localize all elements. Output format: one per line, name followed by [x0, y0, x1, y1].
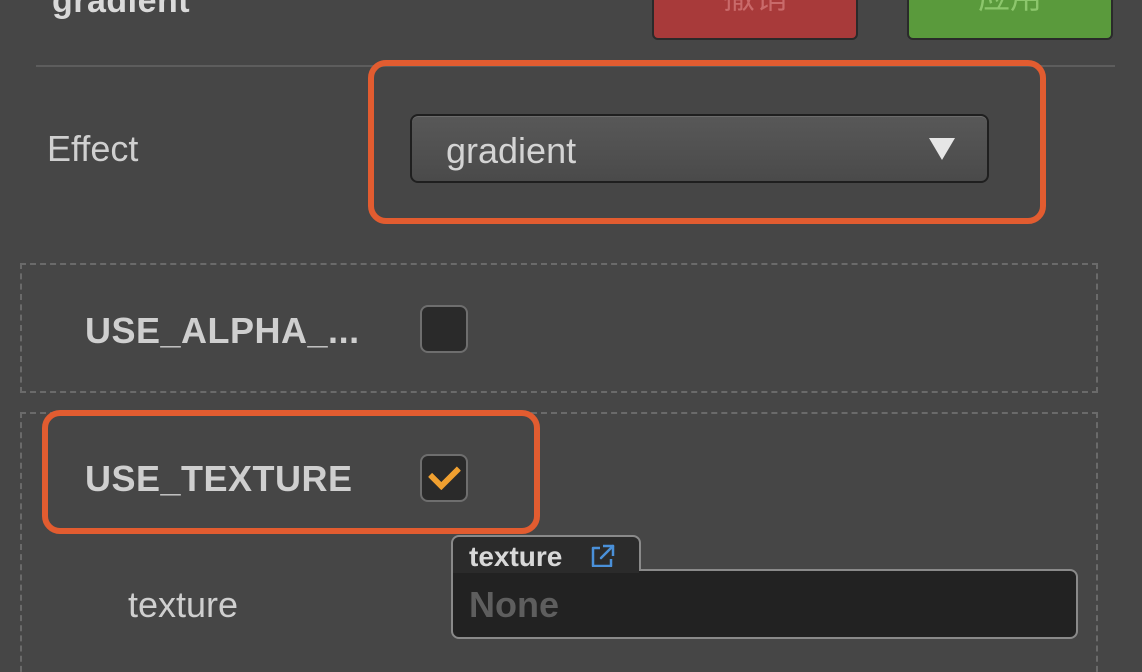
texture-property-label: texture — [128, 584, 239, 625]
effect-label: Effect — [47, 128, 139, 169]
material-title: gradient — [52, 0, 191, 20]
effect-highlight-frame — [368, 60, 1046, 224]
apply-button[interactable]: 应用 — [907, 0, 1113, 40]
texture-highlight-frame — [42, 410, 540, 534]
texture-asset-field[interactable]: None — [451, 569, 1078, 639]
use-alpha-checkbox[interactable] — [420, 305, 468, 353]
use-alpha-label: USE_ALPHA_... — [85, 310, 360, 351]
inspector-panel: gradient 撤销 应用 Effect gradient USE_ALPHA… — [0, 0, 1142, 672]
texture-asset-value: None — [469, 584, 559, 625]
asset-tab-joint — [453, 567, 639, 573]
revert-button[interactable]: 撤销 — [652, 0, 858, 40]
